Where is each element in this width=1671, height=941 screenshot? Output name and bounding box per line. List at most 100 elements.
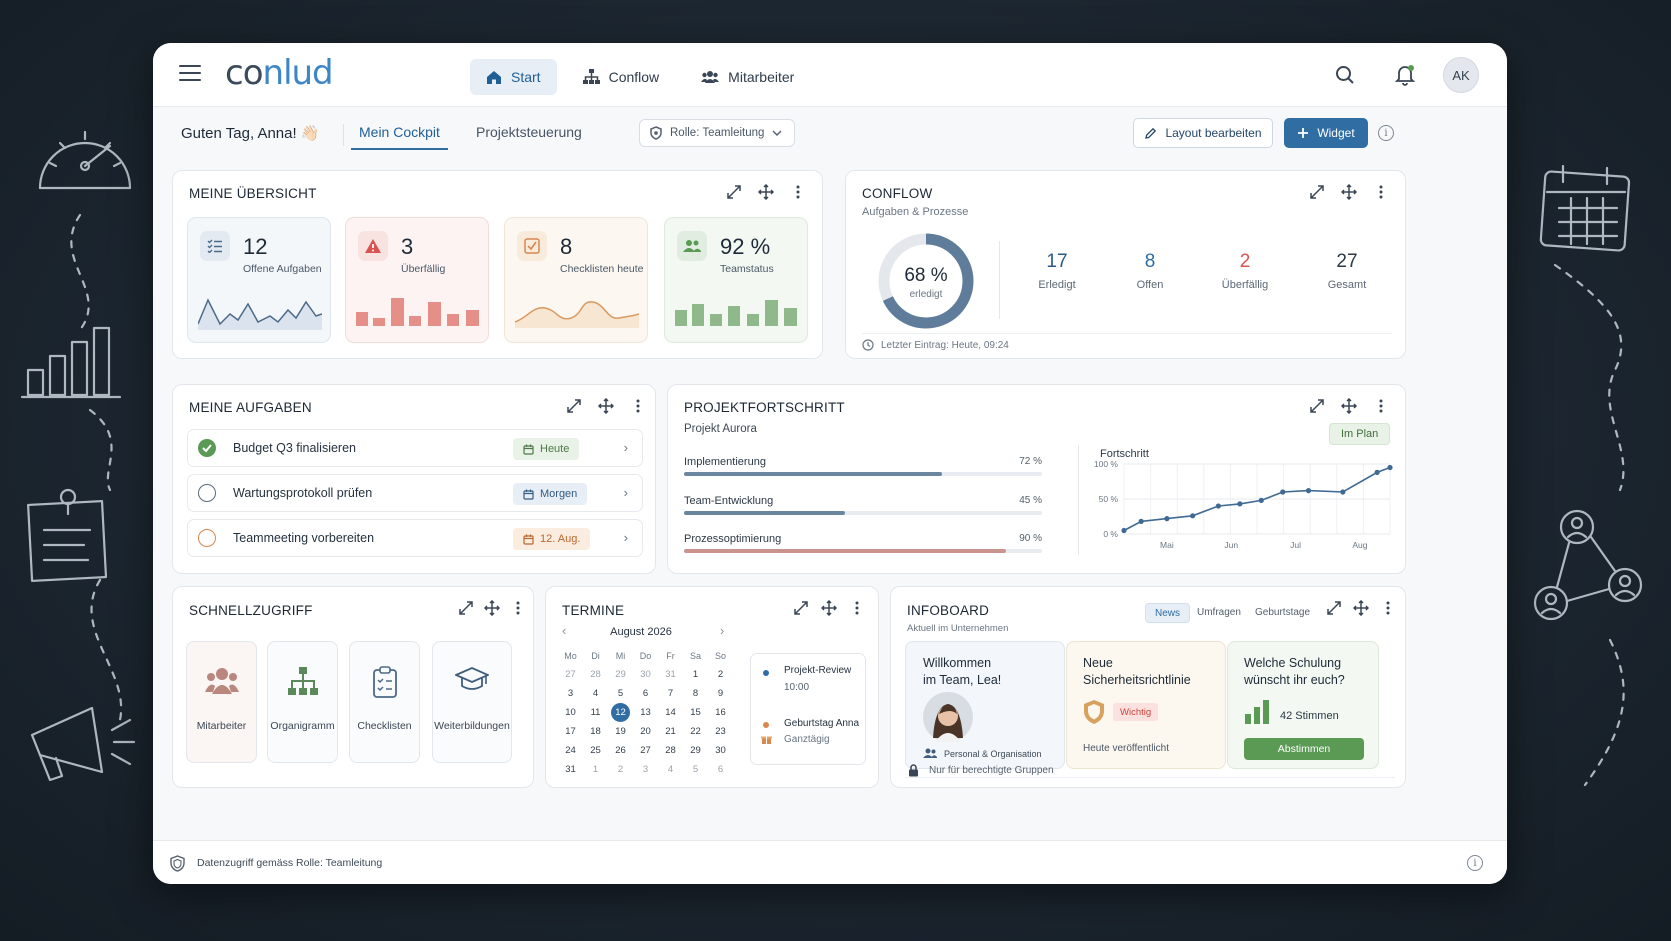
task-done-checkbox[interactable]: [198, 439, 216, 457]
calendar-day[interactable]: 10: [558, 703, 583, 722]
calendar-day[interactable]: 31: [558, 760, 583, 779]
calendar-day[interactable]: 30: [633, 665, 658, 684]
calendar-day[interactable]: 9: [708, 684, 733, 703]
calendar-day[interactable]: 21: [658, 722, 683, 741]
expand-icon[interactable]: [1308, 183, 1326, 201]
nav-mitarbeiter[interactable]: Mitarbeiter: [685, 59, 810, 95]
kpi-checklists[interactable]: 8 Checklisten heute: [504, 217, 648, 343]
task-checkbox[interactable]: [198, 484, 216, 502]
calendar-day[interactable]: 11: [583, 703, 608, 722]
move-icon[interactable]: [597, 397, 615, 415]
more-icon[interactable]: [1379, 599, 1397, 617]
calendar-day[interactable]: 5: [683, 760, 708, 779]
stat-overdue[interactable]: 2 Überfällig: [1205, 251, 1285, 291]
task-row[interactable]: Wartungsprotokoll prüfen Morgen ›: [187, 474, 643, 512]
expand-icon[interactable]: [1308, 397, 1326, 415]
calendar-day[interactable]: 6: [708, 760, 733, 779]
event-title[interactable]: Projekt-Review: [784, 665, 851, 676]
calendar-day[interactable]: 18: [583, 722, 608, 741]
calendar-day[interactable]: 4: [583, 684, 608, 703]
move-icon[interactable]: [483, 599, 501, 617]
calendar-day[interactable]: 27: [633, 741, 658, 760]
calendar-day[interactable]: 3: [633, 760, 658, 779]
more-icon[interactable]: [1372, 397, 1390, 415]
more-icon[interactable]: [789, 183, 807, 201]
edit-layout-button[interactable]: Layout bearbeiten: [1133, 118, 1273, 148]
more-icon[interactable]: [509, 599, 527, 617]
calendar-day[interactable]: 1: [683, 665, 708, 684]
calendar-day[interactable]: 29: [683, 741, 708, 760]
add-widget-button[interactable]: Widget: [1284, 118, 1368, 148]
task-checkbox[interactable]: [198, 529, 216, 547]
event-title[interactable]: Geburtstag Anna: [784, 718, 859, 729]
calendar-day[interactable]: 26: [608, 741, 633, 760]
calendar-day[interactable]: 29: [608, 665, 633, 684]
info-icon[interactable]: i: [1467, 855, 1483, 871]
next-month-icon[interactable]: ›: [720, 623, 724, 638]
menu-icon[interactable]: [179, 65, 201, 83]
info-icon[interactable]: i: [1378, 125, 1394, 141]
move-icon[interactable]: [1340, 397, 1358, 415]
expand-icon[interactable]: [457, 599, 475, 617]
move-icon[interactable]: [757, 183, 775, 201]
calendar-day[interactable]: 3: [558, 684, 583, 703]
logo[interactable]: conlud: [225, 53, 334, 93]
calendar-day[interactable]: 12: [608, 703, 633, 722]
task-row[interactable]: Teammeeting vorbereiten 12. Aug. ›: [187, 519, 643, 557]
avatar[interactable]: AK: [1443, 57, 1479, 93]
calendar-day[interactable]: 7: [658, 684, 683, 703]
tab-umfragen[interactable]: Umfragen: [1197, 607, 1241, 618]
kpi-open-tasks[interactable]: 12 Offene Aufgaben: [187, 217, 331, 343]
move-icon[interactable]: [820, 599, 838, 617]
calendar-day[interactable]: 1: [583, 760, 608, 779]
quick-mitarbeiter[interactable]: Mitarbeiter: [186, 641, 257, 763]
calendar-day[interactable]: 16: [708, 703, 733, 722]
calendar-day[interactable]: 31: [658, 665, 683, 684]
search-button[interactable]: [1331, 61, 1359, 89]
quick-organigramm[interactable]: Organigramm: [267, 641, 338, 763]
policy-card[interactable]: Neue Sicherheitsrichtlinie Wichtig Heute …: [1066, 641, 1226, 769]
calendar-day[interactable]: 23: [708, 722, 733, 741]
vote-button[interactable]: Abstimmen: [1244, 738, 1364, 760]
calendar-day[interactable]: 2: [608, 760, 633, 779]
calendar-day[interactable]: 15: [683, 703, 708, 722]
calendar-day[interactable]: 24: [558, 741, 583, 760]
expand-icon[interactable]: [565, 397, 583, 415]
tab-projektsteuerung[interactable]: Projektsteuerung: [476, 124, 582, 148]
calendar-day[interactable]: 5: [608, 684, 633, 703]
calendar-day[interactable]: 4: [658, 760, 683, 779]
calendar-day[interactable]: 27: [558, 665, 583, 684]
kpi-overdue[interactable]: 3 Überfällig: [345, 217, 489, 343]
tab-news[interactable]: News: [1145, 603, 1191, 623]
expand-icon[interactable]: [1325, 599, 1343, 617]
stat-open[interactable]: 8 Offen: [1110, 251, 1190, 291]
more-icon[interactable]: [848, 599, 866, 617]
calendar-day[interactable]: 14: [658, 703, 683, 722]
kpi-team-status[interactable]: 92 % Teamstatus: [664, 217, 808, 343]
stat-done[interactable]: 17 Erledigt: [1017, 251, 1097, 291]
calendar-day[interactable]: 8: [683, 684, 708, 703]
more-icon[interactable]: [629, 397, 647, 415]
move-icon[interactable]: [1340, 183, 1358, 201]
notifications-button[interactable]: [1391, 61, 1419, 89]
tab-geburtstage[interactable]: Geburtstage: [1255, 607, 1310, 618]
welcome-card[interactable]: Willkommen im Team, Lea! Personal & Organ…: [905, 641, 1065, 769]
calendar-day[interactable]: 13: [633, 703, 658, 722]
calendar-day[interactable]: 28: [658, 741, 683, 760]
quick-weiterbildungen[interactable]: Weiterbildungen: [432, 641, 512, 763]
move-icon[interactable]: [1352, 599, 1370, 617]
calendar-day[interactable]: 28: [583, 665, 608, 684]
more-icon[interactable]: [1372, 183, 1390, 201]
stat-total[interactable]: 27 Gesamt: [1307, 251, 1387, 291]
calendar-day[interactable]: 30: [708, 741, 733, 760]
role-select[interactable]: Rolle: Teamleitung: [639, 119, 795, 147]
quick-checklisten[interactable]: Checklisten: [349, 641, 420, 763]
calendar-day[interactable]: 19: [608, 722, 633, 741]
calendar-day[interactable]: 17: [558, 722, 583, 741]
calendar-day[interactable]: 22: [683, 722, 708, 741]
tab-mein-cockpit[interactable]: Mein Cockpit: [351, 124, 448, 150]
task-row[interactable]: Budget Q3 finalisieren Heute ›: [187, 429, 643, 467]
nav-start[interactable]: Start: [470, 59, 557, 95]
calendar-day[interactable]: 25: [583, 741, 608, 760]
expand-icon[interactable]: [792, 599, 810, 617]
